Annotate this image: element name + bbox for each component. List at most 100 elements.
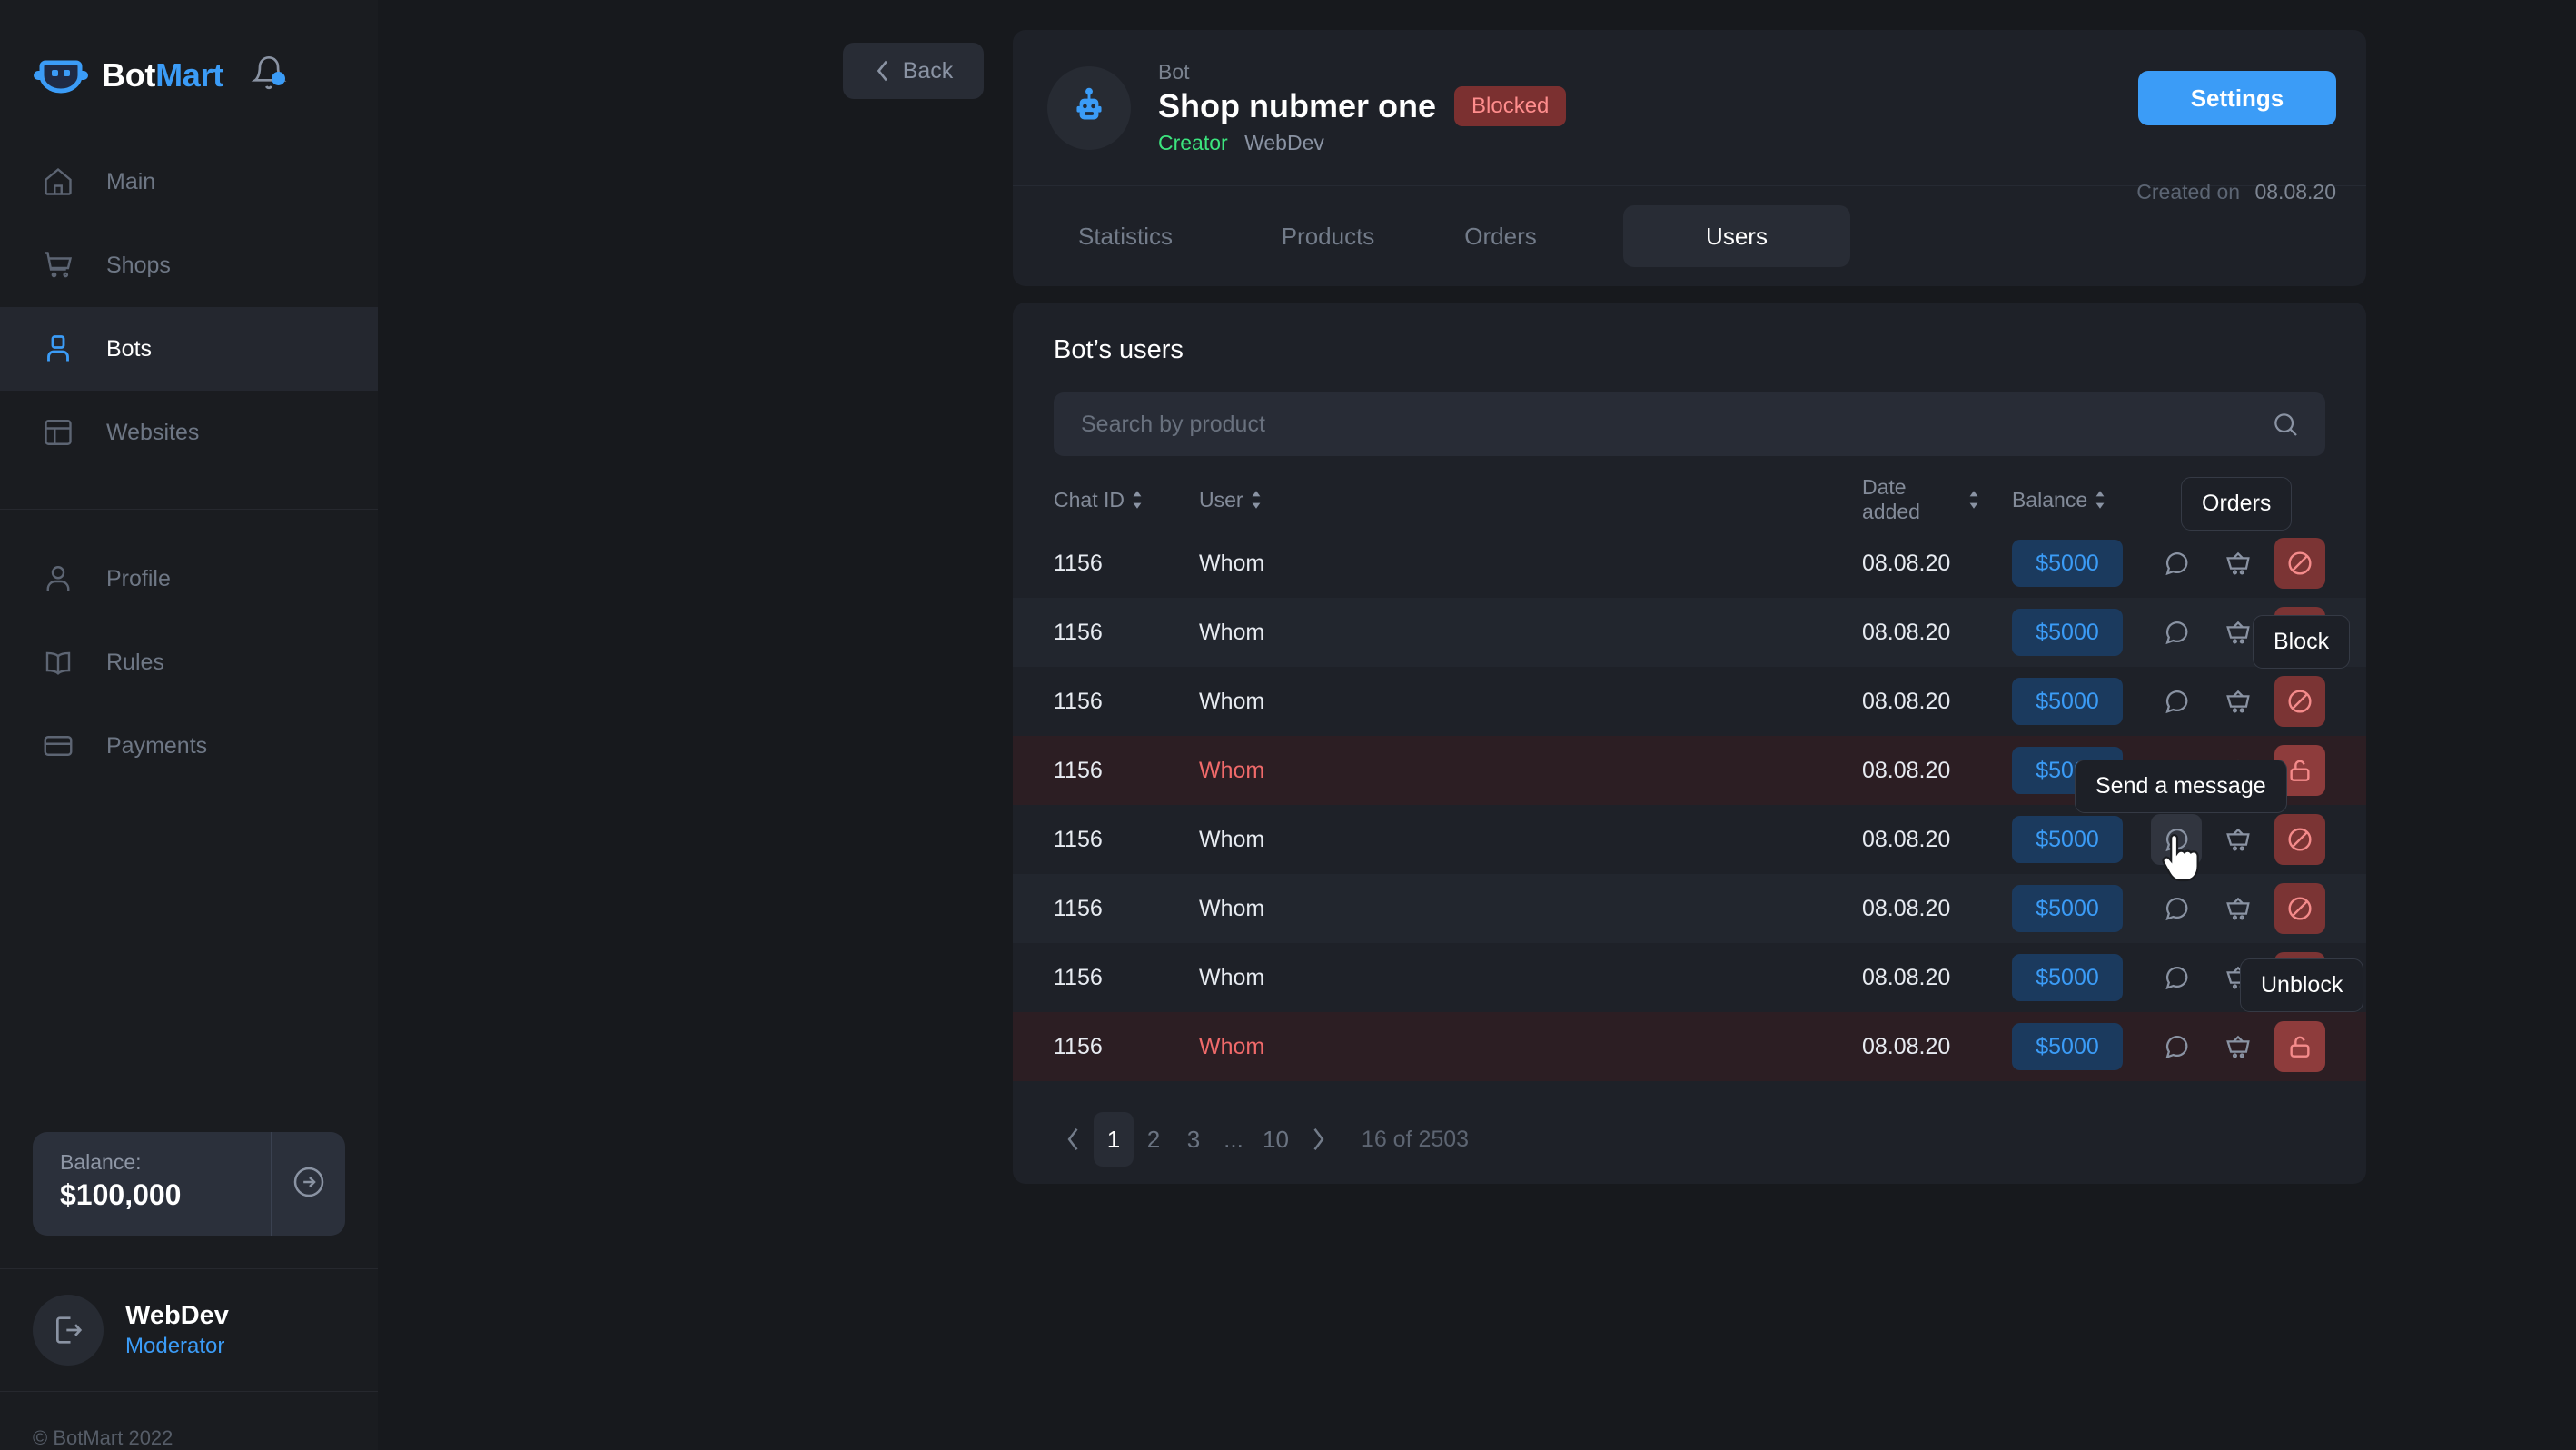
search-icon[interactable]	[2271, 410, 2325, 439]
sort-arrows-icon	[1250, 490, 1263, 510]
sidebar-nav-secondary: Profile Rules Payments	[0, 537, 378, 788]
column-header-label: Chat ID	[1054, 487, 1125, 511]
table-row[interactable]: 1156 Whom 08.08.20 $5000	[1013, 598, 2366, 667]
created-on: Created on 08.08.20	[2136, 180, 2336, 204]
pagination-page-10[interactable]: 10	[1253, 1112, 1298, 1167]
cart-icon	[39, 246, 77, 284]
column-header-label: Balance	[2012, 487, 2088, 511]
cell-date: 08.08.20	[1862, 964, 1951, 990]
cell-balance: $5000	[2012, 678, 2123, 725]
bot-user-icon	[39, 330, 77, 368]
brand-title: BotMart	[102, 56, 223, 94]
balance-pill[interactable]: $5000	[2012, 954, 2123, 1001]
main-content: Back Bot Shop nubmer one Blocked Creator…	[378, 0, 2576, 1450]
balance-pill[interactable]: $5000	[2012, 678, 2123, 725]
pagination-page-1[interactable]: 1	[1094, 1112, 1134, 1167]
cell-date: 08.08.20	[1862, 688, 1951, 714]
column-header-chat-id[interactable]: Chat ID	[1054, 488, 1155, 512]
column-header-user[interactable]: User	[1199, 488, 1299, 512]
pagination-page-3[interactable]: 3	[1174, 1112, 1214, 1167]
cell-date: 08.08.20	[1862, 550, 1951, 576]
send-message-button[interactable]	[2151, 676, 2202, 727]
sidebar-item-profile[interactable]: Profile	[0, 537, 378, 621]
notifications-button[interactable]	[249, 55, 289, 95]
cell-chat-id: 1156	[1054, 550, 1103, 576]
profile-name: WebDev	[125, 1301, 229, 1330]
orders-button[interactable]	[2213, 814, 2264, 865]
bot-meta: Bot Shop nubmer one Blocked Creator WebD…	[1158, 60, 1567, 155]
table-row[interactable]: 1156 Whom 08.08.20 $5000	[1013, 1012, 2366, 1081]
tab-statistics[interactable]: Statistics	[1047, 205, 1204, 267]
cell-date: 08.08.20	[1862, 757, 1951, 783]
balance-pill[interactable]: $5000	[2012, 540, 2123, 587]
sidebar-item-label: Bots	[106, 335, 153, 362]
sidebar-item-main[interactable]: Main	[0, 140, 378, 223]
tab-users[interactable]: Users	[1623, 205, 1850, 267]
search-input[interactable]	[1054, 411, 2271, 438]
sidebar-item-rules[interactable]: Rules	[0, 621, 378, 704]
send-message-button[interactable]	[2151, 952, 2202, 1003]
balance-card: Balance: $100,000	[33, 1132, 345, 1236]
tooltip-send-a-message: Send a message	[2075, 760, 2287, 813]
send-message-button[interactable]	[2151, 883, 2202, 934]
cell-balance: $5000	[2012, 816, 2123, 863]
send-message-button[interactable]	[2151, 1021, 2202, 1072]
balance-topup-button[interactable]	[271, 1132, 345, 1236]
cell-chat-id: 1156	[1054, 757, 1103, 783]
cell-actions	[2112, 676, 2325, 727]
balance-pill[interactable]: $5000	[2012, 885, 2123, 932]
app-root: BotMart Main Shops Bots Websites Profile…	[0, 0, 2576, 1450]
pagination-page-2[interactable]: 2	[1134, 1112, 1174, 1167]
sidebar-item-label: Profile	[106, 565, 171, 591]
balance-label: Balance:	[60, 1150, 142, 1174]
search-bar	[1054, 392, 2325, 456]
sidebar-item-bots[interactable]: Bots	[0, 307, 378, 391]
sidebar-nav-primary: Main Shops Bots Websites	[0, 140, 378, 474]
orders-button[interactable]	[2213, 1021, 2264, 1072]
orders-button[interactable]	[2213, 883, 2264, 934]
pagination-next-button[interactable]	[1298, 1119, 1338, 1159]
block-button[interactable]	[2274, 814, 2325, 865]
sidebar-item-shops[interactable]: Shops	[0, 223, 378, 307]
balance-pill[interactable]: $5000	[2012, 816, 2123, 863]
sidebar-item-payments[interactable]: Payments	[0, 704, 378, 788]
back-button[interactable]: Back	[843, 43, 984, 99]
cell-date: 08.08.20	[1862, 619, 1951, 645]
cell-user: Whom	[1199, 964, 1265, 990]
orders-button[interactable]	[2213, 676, 2264, 727]
unblock-button[interactable]	[2274, 1021, 2325, 1072]
block-button[interactable]	[2274, 883, 2325, 934]
cell-user: Whom	[1199, 619, 1265, 645]
tab-products[interactable]: Products	[1251, 205, 1405, 267]
block-button[interactable]	[2274, 676, 2325, 727]
column-header-balance[interactable]: Balance	[2012, 488, 2112, 512]
sidebar-item-websites[interactable]: Websites	[0, 391, 378, 474]
tab-orders[interactable]: Orders	[1442, 205, 1560, 267]
cell-actions	[2112, 1021, 2325, 1072]
profile-meta: WebDev Moderator	[125, 1301, 229, 1359]
bot-avatar	[1047, 65, 1131, 150]
block-button[interactable]	[2274, 538, 2325, 589]
table-row[interactable]: 1156 Whom 08.08.20 $5000	[1013, 943, 2366, 1012]
bot-kind-label: Bot	[1158, 60, 1190, 84]
section-title: Bot’s users	[1054, 335, 1184, 364]
pagination-prev-button[interactable]	[1054, 1119, 1094, 1159]
sidebar-user-profile[interactable]: WebDev Moderator	[0, 1269, 378, 1391]
cell-user: Whom	[1199, 757, 1265, 783]
send-message-button[interactable]	[2151, 607, 2202, 658]
logout-icon[interactable]	[33, 1295, 104, 1366]
mouse-cursor-icon	[2161, 832, 2201, 889]
balance-pill[interactable]: $5000	[2012, 609, 2123, 656]
orders-button[interactable]	[2213, 538, 2264, 589]
pagination-ellipsis: ...	[1224, 1125, 1243, 1153]
creator-label: Creator	[1158, 131, 1228, 154]
cell-chat-id: 1156	[1054, 895, 1103, 921]
table-row[interactable]: 1156 Whom 08.08.20 $5000	[1013, 667, 2366, 736]
send-message-button[interactable]	[2151, 538, 2202, 589]
cell-actions	[2112, 883, 2325, 934]
column-header-date-added[interactable]: Date added	[1862, 475, 1980, 524]
cell-chat-id: 1156	[1054, 1033, 1103, 1059]
balance-pill[interactable]: $5000	[2012, 1023, 2123, 1070]
settings-button[interactable]: Settings	[2138, 71, 2336, 125]
table-row[interactable]: 1156 Whom 08.08.20 $5000	[1013, 529, 2366, 598]
